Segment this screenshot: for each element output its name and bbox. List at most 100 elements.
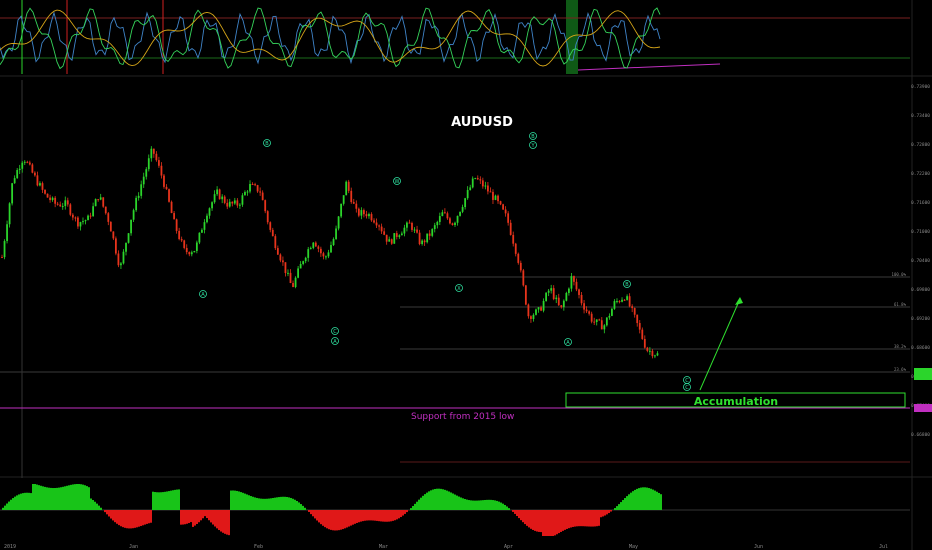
date-axis: 2019 Jan Feb Mar Apr May Jun Jul: [4, 544, 888, 550]
hist-bar: [554, 510, 556, 536]
candle-body: [226, 202, 229, 207]
candle-body: [474, 178, 477, 180]
hist-bar: [436, 488, 438, 510]
hist-bar: [292, 498, 294, 510]
hist-bar: [122, 510, 124, 528]
candle-body: [636, 314, 639, 324]
candle-body: [479, 179, 482, 181]
hist-bar: [248, 495, 250, 510]
hist-bar: [450, 492, 452, 510]
hist-bar: [654, 490, 656, 510]
hist-bar: [298, 502, 300, 510]
candle-body: [471, 178, 474, 188]
hist-bar: [10, 499, 12, 510]
last-price-badge: [914, 368, 932, 380]
hist-bar: [82, 484, 84, 510]
hist-bar: [478, 500, 480, 510]
hist-bar: [322, 510, 324, 526]
hist-bar: [8, 501, 10, 510]
hist-bar: [204, 510, 206, 517]
candle-body: [216, 189, 219, 195]
hist-bar: [186, 510, 188, 524]
candle-body: [481, 180, 484, 187]
hist-bar: [218, 510, 220, 531]
hist-bar: [626, 496, 628, 510]
hist-bar: [44, 486, 46, 510]
candle-body: [466, 190, 469, 199]
hist-bar: [314, 510, 316, 519]
hist-bar: [334, 510, 336, 531]
hist-bar: [382, 510, 384, 522]
candle-body: [135, 197, 138, 211]
hist-bar: [206, 510, 208, 519]
hist-bar: [502, 503, 504, 510]
hist-bar: [398, 510, 400, 519]
candle-body: [28, 162, 31, 165]
candle-body: [279, 254, 282, 261]
candle-body: [319, 248, 322, 254]
hist-bar: [584, 510, 586, 527]
hist-bar: [594, 510, 596, 527]
wave-label: B: [625, 282, 629, 288]
candle-body: [82, 221, 84, 223]
hist-bar: [12, 498, 14, 510]
candle-body: [590, 313, 593, 322]
candle-body: [651, 350, 654, 357]
hist-bar: [468, 500, 470, 510]
candle-body: [34, 172, 36, 176]
candle-body: [244, 192, 246, 196]
hist-bar: [172, 490, 174, 510]
candle-body: [537, 307, 540, 310]
candle-body: [130, 219, 132, 234]
candle-body: [340, 203, 343, 217]
hist-bar: [444, 489, 446, 510]
candle-body: [254, 184, 256, 186]
candle-body: [527, 304, 530, 317]
hist-bar: [338, 510, 340, 531]
hist-bar: [134, 510, 136, 528]
candle-body: [147, 158, 150, 170]
candle-body: [408, 222, 411, 224]
candle-body: [46, 193, 49, 198]
candle-body: [428, 233, 431, 236]
hist-bar: [484, 499, 486, 510]
hist-bar: [242, 492, 244, 510]
candle-body: [588, 311, 591, 314]
hist-bar: [94, 501, 96, 510]
price-tick: 0.72200: [911, 171, 930, 177]
candle-body: [555, 297, 558, 300]
candle-body: [89, 215, 92, 217]
candle-body: [87, 215, 89, 221]
candle-body: [643, 338, 646, 348]
candle-body: [327, 252, 330, 257]
candle-body: [633, 308, 636, 315]
candle-body: [107, 213, 110, 222]
candle-body: [8, 203, 11, 225]
hist-bar: [260, 498, 262, 510]
candle-body: [345, 181, 348, 196]
hist-bar: [40, 485, 42, 510]
candle-body: [575, 281, 578, 290]
price-tick: 0.68600: [911, 345, 930, 351]
wave-label: B: [265, 141, 269, 147]
hist-bar: [556, 510, 558, 535]
hist-bar: [392, 510, 394, 521]
hist-bar: [80, 484, 82, 510]
hist-bar: [114, 510, 116, 523]
hist-bar: [162, 492, 164, 510]
candle-body: [400, 233, 403, 236]
hist-bar: [512, 510, 514, 512]
hist-bar: [388, 510, 390, 522]
hist-bar: [116, 510, 118, 524]
hist-bar: [270, 498, 272, 510]
hist-bar: [174, 489, 176, 510]
hist-bar: [60, 487, 62, 510]
candle-body: [512, 234, 515, 244]
candle-body: [249, 184, 251, 192]
hist-bar: [558, 510, 560, 534]
candle-body: [26, 161, 29, 163]
hist-bar: [374, 510, 376, 521]
candle-body: [436, 221, 439, 226]
hist-bar: [634, 489, 636, 510]
candle-body: [365, 214, 368, 217]
